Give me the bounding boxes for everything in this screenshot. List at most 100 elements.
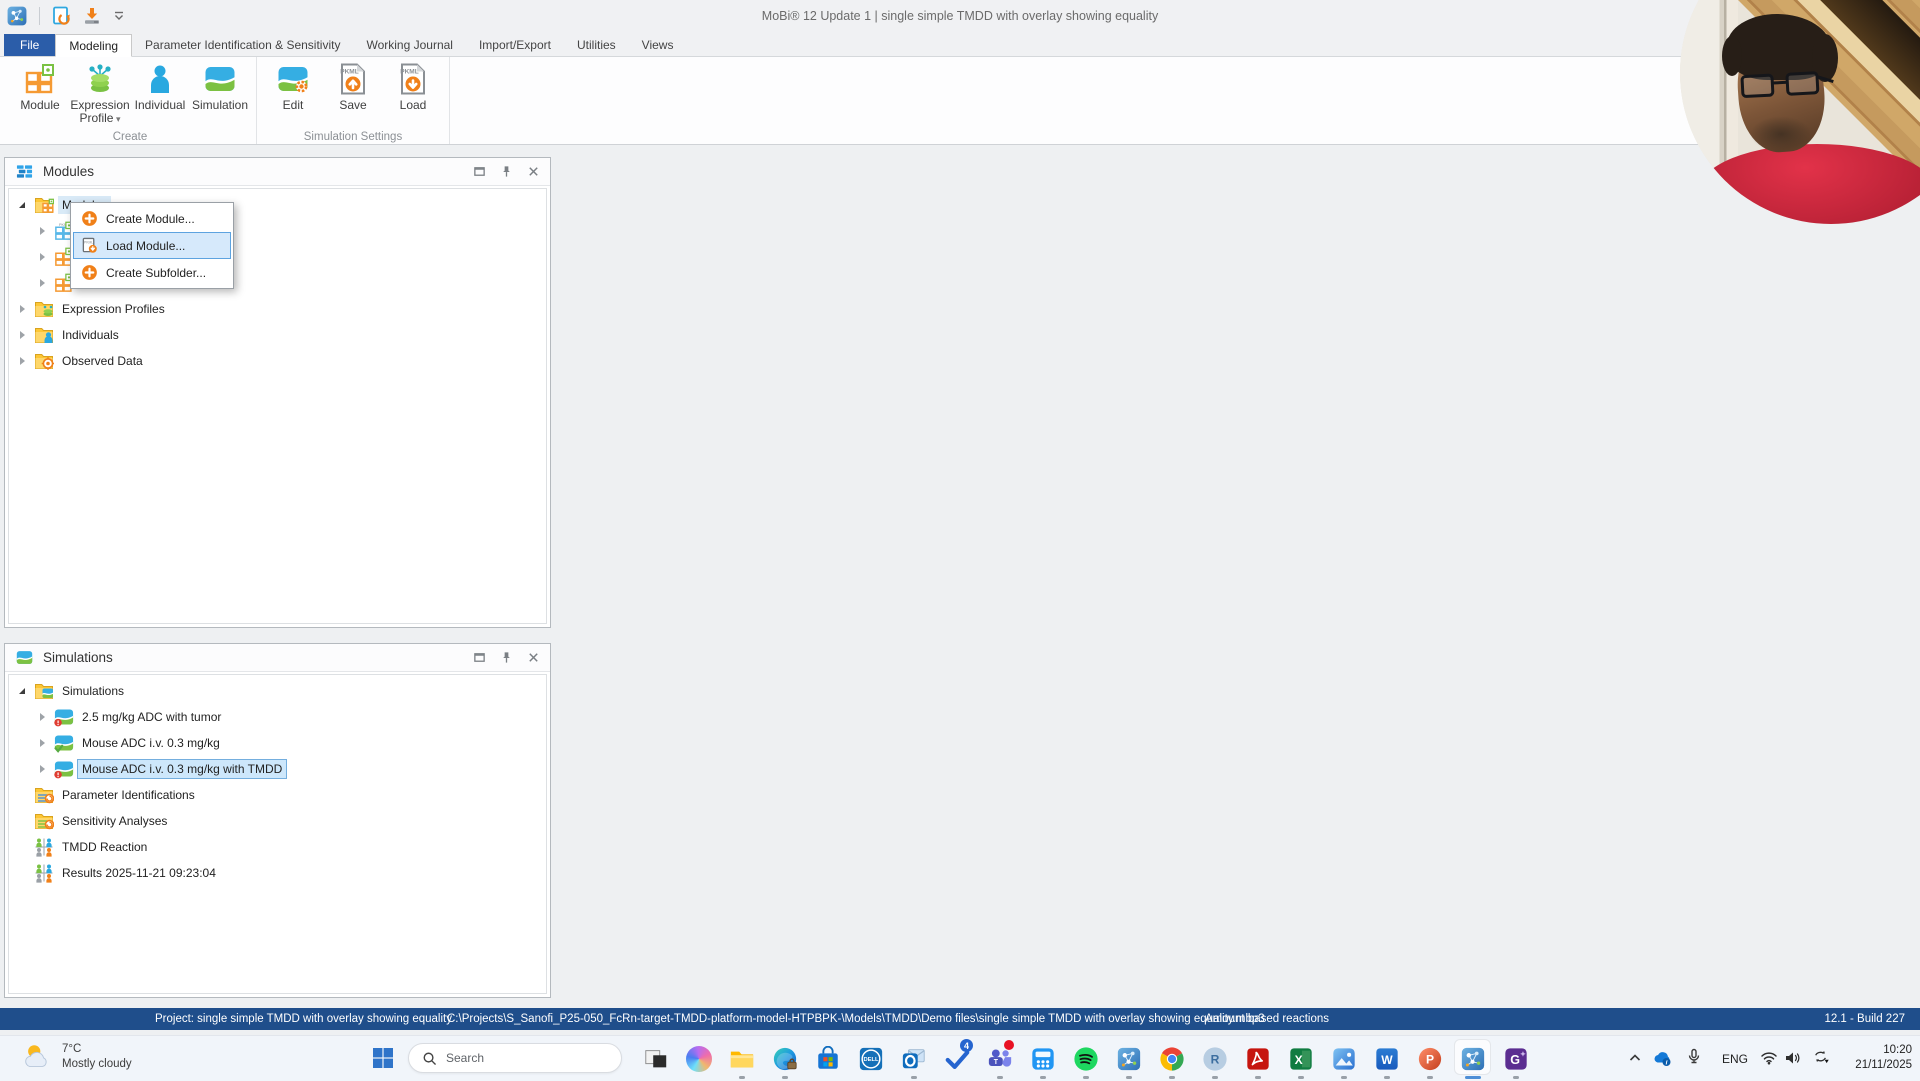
simulations-tree-item-tmdd-reaction[interactable]: TMDD Reaction bbox=[9, 834, 546, 860]
weather-widget[interactable]: 7°C Mostly cloudy bbox=[22, 1041, 132, 1073]
expression-profile-button[interactable]: Expression Profile ▾ bbox=[70, 59, 130, 126]
ribbon-button-label: Expression Profile ▾ bbox=[70, 98, 130, 125]
doc-load-icon: PKML bbox=[80, 237, 98, 254]
taskbar-app-word[interactable]: W bbox=[1365, 1036, 1408, 1081]
sync-icon[interactable] bbox=[1812, 1050, 1830, 1064]
simulations-tree-item-results-2025-11-21-09-23-04[interactable]: Results 2025-11-21 09:23:04 bbox=[9, 860, 546, 886]
notification-dot bbox=[1004, 1040, 1014, 1050]
volume-icon[interactable] bbox=[1784, 1051, 1802, 1065]
tab-utilities[interactable]: Utilities bbox=[564, 34, 629, 56]
individual-button[interactable]: Individual bbox=[130, 59, 190, 112]
running-indicator bbox=[1254, 1076, 1261, 1079]
expander-collapsed-icon[interactable] bbox=[35, 224, 49, 238]
tab-modeling[interactable]: Modeling bbox=[55, 34, 133, 57]
expander-collapsed-icon[interactable] bbox=[15, 302, 29, 316]
taskbar-app-copilot[interactable] bbox=[677, 1036, 720, 1081]
taskbar-app-edge[interactable] bbox=[763, 1036, 806, 1081]
expander-collapsed-icon[interactable] bbox=[35, 736, 49, 750]
load-button[interactable]: PKML Load bbox=[383, 59, 443, 112]
onedrive-icon[interactable]: i bbox=[1652, 1048, 1672, 1068]
menu-item-create-module[interactable]: Create Module... bbox=[73, 205, 231, 232]
taskbar-app-teams[interactable]: T bbox=[978, 1036, 1021, 1081]
modules-tree-item-observed-data[interactable]: Observed Data bbox=[9, 348, 546, 374]
chevron-up-icon[interactable] bbox=[1627, 1050, 1643, 1066]
wifi-icon[interactable] bbox=[1760, 1051, 1778, 1065]
simulations-tree-item-2-5-mg-kg-adc-with-tumor[interactable]: 2.5 mg/kg ADC with tumor bbox=[9, 704, 546, 730]
expander-collapsed-icon[interactable] bbox=[35, 762, 49, 776]
simulations-tree-item-parameter-identifications[interactable]: Parameter Identifications bbox=[9, 782, 546, 808]
expander-none bbox=[15, 866, 29, 880]
edit-button[interactable]: Edit bbox=[263, 59, 323, 112]
modules-tree-item-expression-profiles[interactable]: Expression Profiles bbox=[9, 296, 546, 322]
simulations-tree-item-mouse-adc-i-v-0-3-mg-kg-with-tmdd[interactable]: Mouse ADC i.v. 0.3 mg/kg with TMDD bbox=[9, 756, 546, 782]
window-title: MoBi® 12 Update 1 | single simple TMDD w… bbox=[761, 9, 1159, 23]
taskbar-app-microsoft-store[interactable] bbox=[806, 1036, 849, 1081]
simulations-panel-close-button[interactable] bbox=[527, 651, 540, 664]
file-explorer-icon bbox=[728, 1045, 756, 1073]
taskbar-app-mobi[interactable] bbox=[1107, 1036, 1150, 1081]
taskbar-app-acrobat[interactable] bbox=[1236, 1036, 1279, 1081]
simulations-tree: Simulations 2.5 mg/kg ADC with tumor Mouse… bbox=[8, 674, 547, 994]
simulations-panel-maximize-button[interactable] bbox=[473, 651, 486, 664]
taskbar-app-excel[interactable]: X bbox=[1279, 1036, 1322, 1081]
running-indicator bbox=[1426, 1076, 1433, 1079]
taskbar-app-file-explorer[interactable] bbox=[720, 1036, 763, 1081]
microphone-icon[interactable] bbox=[1686, 1048, 1702, 1064]
taskbar-app-todo[interactable]: 4 bbox=[935, 1036, 978, 1081]
tab-import-export[interactable]: Import/Export bbox=[466, 34, 564, 56]
outlook-icon bbox=[900, 1045, 928, 1073]
simulations-panel-pin-button[interactable] bbox=[500, 651, 513, 664]
tree-item-label: Parameter Identifications bbox=[62, 788, 195, 802]
tab-working-journal[interactable]: Working Journal bbox=[353, 34, 465, 56]
ribbon-group-label: Create bbox=[112, 131, 148, 143]
save-button[interactable]: PKML Save bbox=[323, 59, 383, 112]
taskbar-app-photos[interactable] bbox=[1322, 1036, 1365, 1081]
search-placeholder: Search bbox=[446, 1051, 485, 1065]
expander-expanded-icon[interactable] bbox=[15, 684, 29, 698]
simulations-tree-item-simulations[interactable]: Simulations bbox=[9, 678, 546, 704]
menu-item-load-module[interactable]: PKML Load Module... bbox=[73, 232, 231, 259]
running-indicator bbox=[1297, 1076, 1304, 1079]
modules-panel-pin-button[interactable] bbox=[500, 165, 513, 178]
tab-file[interactable]: File bbox=[4, 34, 56, 56]
clock[interactable]: 10:20 21/11/2025 bbox=[1855, 1043, 1912, 1073]
taskbar-app-app-grid[interactable] bbox=[1021, 1036, 1064, 1081]
taskbar-app-r-project[interactable]: R bbox=[1193, 1036, 1236, 1081]
search-input[interactable]: Search bbox=[408, 1043, 622, 1073]
svg-text:DELL: DELL bbox=[863, 1057, 879, 1063]
tree-item-label: Mouse ADC i.v. 0.3 mg/kg bbox=[82, 736, 220, 750]
taskbar-app-chrome[interactable] bbox=[1150, 1036, 1193, 1081]
taskbar-app-desktop-switcher[interactable] bbox=[634, 1036, 677, 1081]
webcam-person-hair bbox=[1722, 14, 1838, 82]
simulations-tree-item-sensitivity-analyses[interactable]: Sensitivity Analyses bbox=[9, 808, 546, 834]
expander-collapsed-icon[interactable] bbox=[15, 328, 29, 342]
taskbar-app-g-app[interactable]: G bbox=[1494, 1036, 1537, 1081]
menu-item-create-subfolder[interactable]: Create Subfolder... bbox=[73, 259, 231, 286]
expander-collapsed-icon[interactable] bbox=[35, 250, 49, 264]
expander-collapsed-icon[interactable] bbox=[35, 276, 49, 290]
ribbon-tab-row: File Modeling Parameter Identification & S… bbox=[0, 34, 1920, 57]
svg-text:G: G bbox=[1510, 1053, 1520, 1067]
taskbar-app-spotify[interactable] bbox=[1064, 1036, 1107, 1081]
expander-collapsed-icon[interactable] bbox=[35, 710, 49, 724]
tab-views[interactable]: Views bbox=[629, 34, 687, 56]
taskbar-app-outlook[interactable] bbox=[892, 1036, 935, 1081]
modules-tree-item-individuals[interactable]: Individuals bbox=[9, 322, 546, 348]
start-button[interactable] bbox=[371, 1046, 395, 1070]
expander-expanded-icon[interactable] bbox=[15, 198, 29, 212]
taskbar-app-dell[interactable]: DELL bbox=[849, 1036, 892, 1081]
tab-parameter-identification-sensitivity[interactable]: Parameter Identification & Sensitivity bbox=[132, 34, 353, 56]
taskbar-app-mobi[interactable] bbox=[1451, 1036, 1494, 1081]
simulations-tree-item-mouse-adc-i-v-0-3-mg-kg[interactable]: Mouse ADC i.v. 0.3 mg/kg bbox=[9, 730, 546, 756]
language-indicator[interactable]: ENG bbox=[1722, 1036, 1748, 1081]
simulation-button[interactable]: Simulation bbox=[190, 59, 250, 112]
module-button[interactable]: Module bbox=[10, 59, 70, 112]
add-circle-icon bbox=[80, 210, 98, 227]
status-project: Project: single simple TMDD with overlay… bbox=[155, 1013, 452, 1025]
expander-collapsed-icon[interactable] bbox=[15, 354, 29, 368]
modules-panel-close-button[interactable] bbox=[527, 165, 540, 178]
modules-panel-maximize-button[interactable] bbox=[473, 165, 486, 178]
reaction-icon bbox=[32, 836, 55, 858]
tree-item-label: Expression Profiles bbox=[62, 302, 165, 316]
taskbar-app-powerpoint[interactable]: P bbox=[1408, 1036, 1451, 1081]
